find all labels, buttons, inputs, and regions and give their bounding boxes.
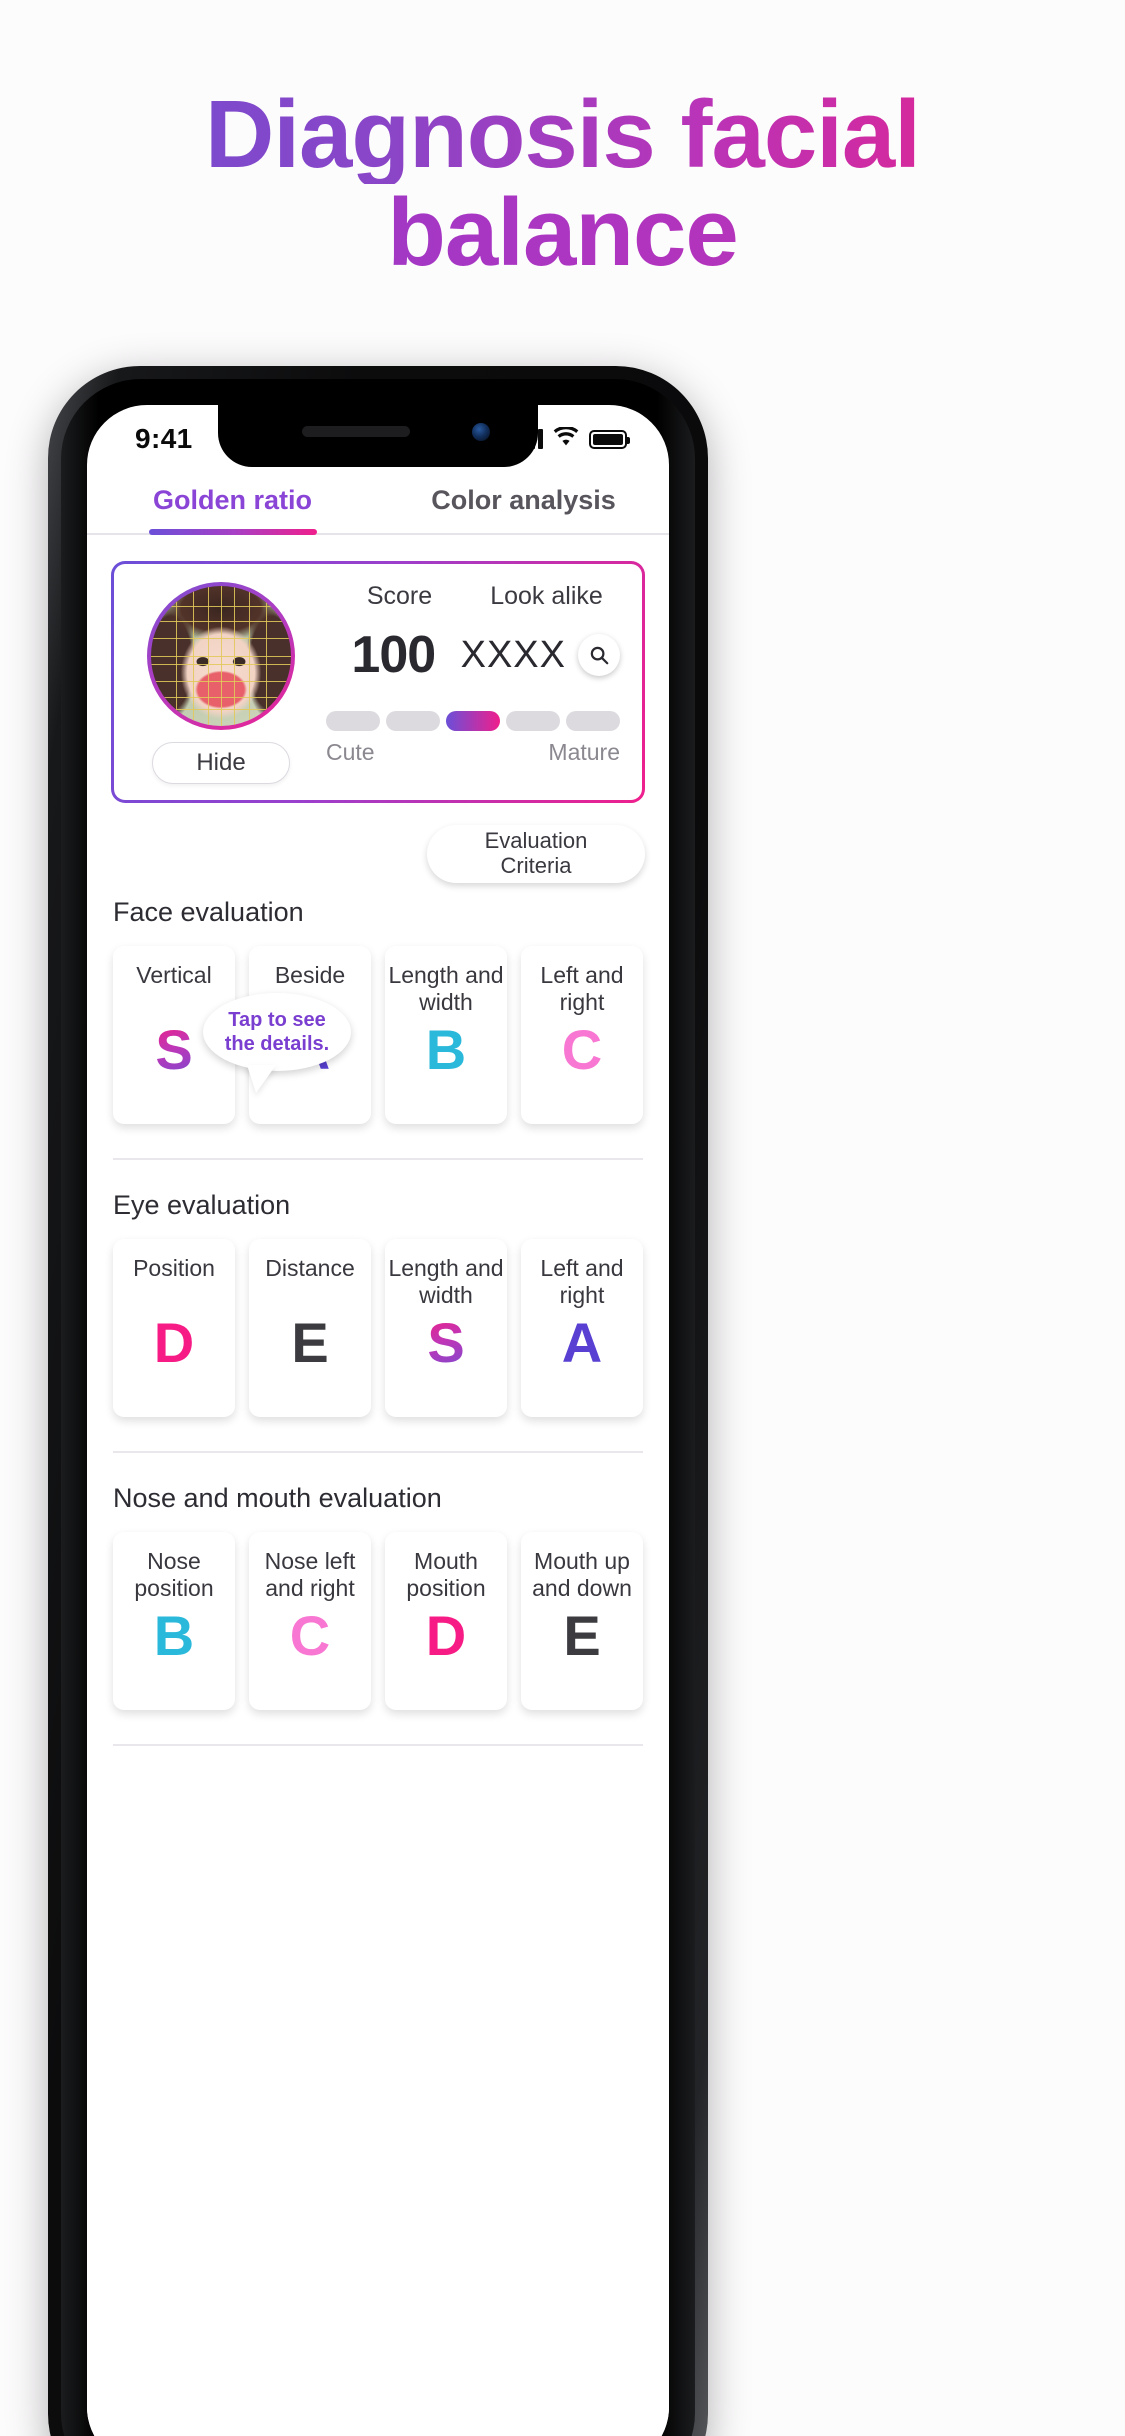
slider-track <box>326 711 620 731</box>
page-title: Diagnosis facial balance <box>0 86 1125 282</box>
section-divider <box>113 1744 643 1746</box>
grade-card-letter: B <box>153 1604 195 1667</box>
earpiece-speaker-icon <box>302 426 410 437</box>
section-nose-mouth-evaluation: Nose and mouth evaluation Nose position … <box>87 1483 669 1710</box>
grade-row: Nose position B Nose left and right C Mo… <box>87 1532 669 1710</box>
grade-card-letter: D <box>425 1604 467 1667</box>
notch <box>218 405 538 467</box>
grade-card-letter: S <box>155 1018 193 1081</box>
section-title: Nose and mouth evaluation <box>113 1483 442 1513</box>
battery-icon <box>589 429 630 449</box>
grade-card-label: Distance <box>265 1255 355 1281</box>
tab-golden-ratio[interactable]: Golden ratio <box>87 467 378 533</box>
grade-card-position[interactable]: Position D <box>113 1239 235 1417</box>
slider-segment <box>566 711 620 731</box>
grade-card-label: Left and right <box>540 962 624 1015</box>
tab-color-analysis-label: Color analysis <box>431 484 616 515</box>
grade-card-letter: C <box>561 1018 603 1081</box>
look-alike-group: XXXX <box>461 634 620 677</box>
grade-card-mouth-up-and-down[interactable]: Mouth up and down E <box>521 1532 643 1710</box>
tab-golden-ratio-label: Golden ratio <box>152 484 312 515</box>
hide-button-label: Hide <box>196 749 246 776</box>
evaluation-criteria-line-2: Criteria <box>500 853 572 878</box>
phone-bezel: 9:41 Golden ratio Color analysis Hide Sc… <box>61 379 695 2436</box>
evaluation-criteria-line-1: Evaluation <box>484 828 588 854</box>
look-alike-value: XXXX <box>460 633 566 676</box>
grade-row: Vertical S Beside A Length and width B <box>87 946 669 1124</box>
screenshot-root: Diagnosis facial balance 9:41 Golden rat… <box>0 0 1125 2436</box>
score-card-body: Hide Score Look alike 100 XXXX Cute Matu… <box>114 564 642 800</box>
grade-card-label: Vertical <box>136 962 212 988</box>
look-alike-label: Look alike <box>490 582 603 610</box>
tooltip-line-2: the details. <box>224 1033 330 1055</box>
section-divider <box>113 1158 643 1160</box>
score-card: Hide Score Look alike 100 XXXX Cute Matu… <box>111 561 645 803</box>
score-value: 100 <box>351 626 436 684</box>
grade-card-distance[interactable]: Distance E <box>249 1239 371 1417</box>
grade-card-letter: E <box>291 1311 329 1374</box>
section-eye-evaluation: Eye evaluation Position D Distance E Len… <box>87 1190 669 1417</box>
grade-card-letter: A <box>561 1311 603 1374</box>
grade-card-label: Mouth position <box>406 1548 486 1601</box>
slider-segment-active <box>446 711 500 731</box>
grade-card-label: Mouth up and down <box>532 1548 632 1601</box>
score-label: Score <box>366 582 433 610</box>
front-camera-icon <box>472 423 490 441</box>
grade-card-nose-position[interactable]: Nose position B <box>113 1532 235 1710</box>
section-face-evaluation: Face evaluation Vertical S Beside A <box>87 897 669 1124</box>
tooltip-tap-to-see-details[interactable]: Tap to see the details. <box>203 993 351 1071</box>
page-title-line-1: Diagnosis facial <box>0 86 1125 184</box>
hide-button[interactable]: Hide <box>152 742 290 784</box>
grade-card-label: Left and right <box>540 1255 624 1308</box>
phone-mockup: 9:41 Golden ratio Color analysis Hide Sc… <box>48 366 708 2436</box>
page-title-line-2: balance <box>0 183 1125 282</box>
section-title: Face evaluation <box>113 897 304 927</box>
grade-card-letter: E <box>563 1604 601 1667</box>
grade-card-letter: B <box>425 1018 467 1081</box>
grade-card-mouth-position[interactable]: Mouth position D <box>385 1532 507 1710</box>
grade-card-label: Nose left and right <box>264 1548 356 1601</box>
slider-segment <box>506 711 560 731</box>
search-icon[interactable] <box>578 634 620 676</box>
phone-screen: 9:41 Golden ratio Color analysis Hide Sc… <box>87 405 669 2436</box>
slider-segment <box>386 711 440 731</box>
grade-card-letter: D <box>153 1311 195 1374</box>
score-card-right: Score Look alike 100 XXXX Cute Mature <box>326 582 620 784</box>
wifi-icon <box>553 425 579 452</box>
tooltip-line-1: Tap to see <box>228 1009 326 1031</box>
grade-card-label: Nose position <box>134 1548 214 1601</box>
slider-labels: Cute Mature <box>326 739 620 766</box>
slider-segment <box>326 711 380 731</box>
tab-color-analysis[interactable]: Color analysis <box>378 467 669 533</box>
evaluation-criteria-button[interactable]: Evaluation Criteria <box>427 825 645 883</box>
grade-card-length-and-width[interactable]: Length and width B <box>385 946 507 1124</box>
slider-label-right: Mature <box>548 739 620 765</box>
cute-mature-slider[interactable]: Cute Mature <box>326 711 620 766</box>
avatar[interactable] <box>147 582 295 730</box>
grade-card-letter: S <box>427 1311 465 1374</box>
score-card-left: Hide <box>136 582 306 784</box>
score-card-values: 100 XXXX <box>326 625 620 685</box>
face-photo-with-grid <box>151 586 291 726</box>
slider-label-left: Cute <box>326 739 375 765</box>
grade-card-left-and-right[interactable]: Left and right C <box>521 946 643 1124</box>
grade-card-letter: C <box>289 1604 331 1667</box>
section-title: Eye evaluation <box>113 1190 291 1220</box>
criteria-row: Evaluation Criteria <box>87 819 669 893</box>
score-card-headers: Score Look alike <box>326 582 620 611</box>
grade-card-label: Length and width <box>388 1255 504 1308</box>
grade-card-eye-length-and-width[interactable]: Length and width S <box>385 1239 507 1417</box>
grade-card-label: Position <box>133 1255 215 1281</box>
grade-row: Position D Distance E Length and width S <box>87 1239 669 1417</box>
tab-bar: Golden ratio Color analysis <box>87 467 669 535</box>
grade-card-label: Length and width <box>388 962 504 1015</box>
grade-card-nose-left-and-right[interactable]: Nose left and right C <box>249 1532 371 1710</box>
section-divider <box>113 1451 643 1453</box>
scroll-content[interactable]: Hide Score Look alike 100 XXXX Cute Matu… <box>87 535 669 2436</box>
grade-card-eye-left-and-right[interactable]: Left and right A <box>521 1239 643 1417</box>
status-bar-time: 9:41 <box>135 423 193 454</box>
